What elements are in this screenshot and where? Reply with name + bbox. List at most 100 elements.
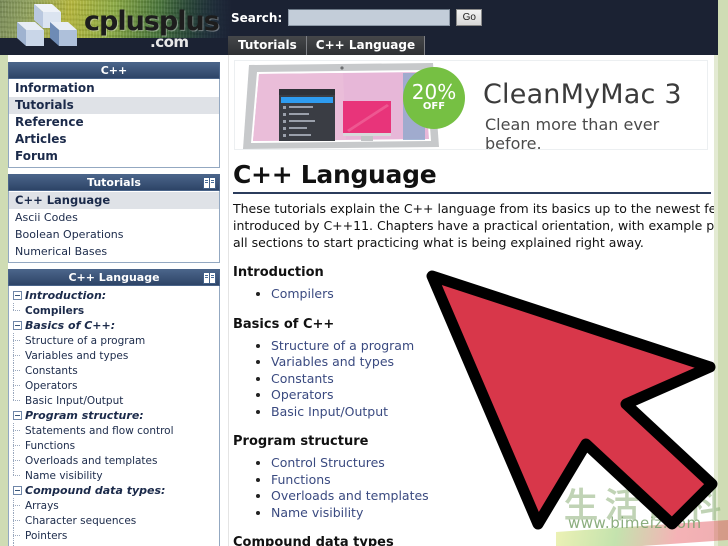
ad-subtitle: Clean more than ever before. (485, 115, 660, 150)
tree-connector-icon (9, 513, 25, 528)
title-divider (233, 192, 711, 194)
search-label: Search: (231, 10, 283, 25)
link-structure-of-a-program[interactable]: Structure of a program (271, 338, 714, 355)
sidebar-item-numerical-bases[interactable]: Numerical Bases (9, 243, 219, 260)
advertisement-banner[interactable]: 20% OFF CleanMyMac 3 Clean more than eve… (234, 60, 708, 150)
tree-item-basic-input-output[interactable]: Basic Input/Output (9, 393, 219, 408)
tree-item-statements-and-flow-control[interactable]: Statements and flow control (9, 423, 219, 438)
sidebar-item-reference[interactable]: Reference (9, 114, 219, 131)
tree-connector-icon (9, 498, 25, 513)
section-heading-program-structure: Program structure (233, 434, 369, 449)
cubes-logo-icon[interactable] (12, 2, 84, 54)
tree-item-constants[interactable]: Constants (9, 363, 219, 378)
collapse-toggle-icon[interactable] (9, 408, 25, 423)
tree-item-character-sequences[interactable]: Character sequences (9, 513, 219, 528)
tree-label: Basics of C++: (25, 319, 116, 332)
tree-item-arrays[interactable]: Arrays (9, 498, 219, 513)
tree-connector-icon (9, 378, 25, 393)
tree-connector-icon (9, 468, 25, 483)
tree-connector-icon (9, 438, 25, 453)
sidebar-item-information[interactable]: Information (9, 80, 219, 97)
search-input[interactable] (288, 9, 451, 26)
tree-item-name-visibility[interactable]: Name visibility (9, 468, 219, 483)
tree-label: Functions (25, 439, 76, 452)
tree-connector-icon (9, 363, 25, 378)
link-overloads-and-templates[interactable]: Overloads and templates (271, 488, 714, 505)
tree-label: Compilers (25, 304, 85, 317)
sidebar-item-tutorials[interactable]: Tutorials (9, 97, 219, 114)
sidebar-panel-tutorials: Tutorials C++ Language Ascii Codes Boole… (8, 174, 220, 263)
tree-label: Structure of a program (25, 334, 146, 347)
tree-label: Statements and flow control (25, 424, 174, 437)
tree-group-program-structure[interactable]: Program structure: (9, 408, 219, 423)
tree-item-overloads-and-templates[interactable]: Overloads and templates (9, 453, 219, 468)
section-links-program-structure: Control Structures Functions Overloads a… (229, 455, 714, 521)
browser-page: cplusplus .com Search: Go Tutorials C++ … (0, 0, 728, 546)
sidebar-item-boolean-operations[interactable]: Boolean Operations (9, 226, 219, 243)
tree-label: Pointers (25, 529, 68, 542)
sidebar-item-cpp-language[interactable]: C++ Language (9, 192, 219, 209)
section-heading-introduction: Introduction (233, 265, 324, 280)
link-name-visibility[interactable]: Name visibility (271, 505, 714, 522)
tree-connector-icon (9, 348, 25, 363)
sidebar-tree: Introduction: Compilers Basics of C++: S… (8, 286, 220, 546)
tab-cpp-language[interactable]: C++ Language (306, 36, 426, 55)
tree-item-functions[interactable]: Functions (9, 438, 219, 453)
link-compilers[interactable]: Compilers (271, 286, 714, 303)
sidebar-item-forum[interactable]: Forum (9, 148, 219, 165)
tree-label: Operators (25, 379, 78, 392)
sidebar-panel-cpp-body: Information Tutorials Reference Articles… (8, 79, 220, 168)
discount-badge: 20% OFF (403, 67, 465, 129)
book-icon[interactable] (203, 177, 216, 189)
tree-group-compound-data-types[interactable]: Compound data types: (9, 483, 219, 498)
sidebar-panel-cpp-header: C++ (8, 62, 220, 79)
page-frame-right (718, 0, 728, 546)
tree-item-variables-and-types[interactable]: Variables and types (9, 348, 219, 363)
link-basic-input-output[interactable]: Basic Input/Output (271, 404, 714, 421)
tree-connector-icon (9, 423, 25, 438)
sidebar-item-articles[interactable]: Articles (9, 131, 219, 148)
intro-paragraph: These tutorials explain the C++ language… (233, 201, 714, 250)
collapse-toggle-icon[interactable] (9, 483, 25, 498)
tab-tutorials[interactable]: Tutorials (228, 36, 307, 55)
link-control-structures[interactable]: Control Structures (271, 455, 714, 472)
collapse-toggle-icon[interactable] (9, 318, 25, 333)
tab-bar: Tutorials C++ Language (228, 36, 426, 55)
link-constants[interactable]: Constants (271, 371, 714, 388)
page-title: C++ Language (233, 160, 437, 189)
page-frame-left (0, 55, 8, 546)
tree-label: Introduction: (25, 289, 107, 302)
tree-label: Constants (25, 364, 78, 377)
book-icon[interactable] (203, 272, 216, 284)
collapse-toggle-icon[interactable] (9, 288, 25, 303)
link-variables-and-types[interactable]: Variables and types (271, 354, 714, 371)
tree-item-structure-of-a-program[interactable]: Structure of a program (9, 333, 219, 348)
search-area: Search: Go (231, 9, 483, 26)
search-go-button[interactable]: Go (456, 9, 483, 26)
tree-item-compilers[interactable]: Compilers (9, 303, 219, 318)
sidebar-panel-cpp-language-title: C++ Language (68, 271, 160, 284)
section-heading-basics: Basics of C++ (233, 316, 335, 332)
link-functions[interactable]: Functions (271, 472, 714, 489)
tree-label: Basic Input/Output (25, 394, 124, 407)
tree-connector-icon (9, 393, 25, 408)
sidebar-panel-cpp-language-header: C++ Language (8, 269, 220, 286)
sidebar-panel-tutorials-body: C++ Language Ascii Codes Boolean Operati… (8, 191, 220, 263)
tree-group-introduction[interactable]: Introduction: (9, 288, 219, 303)
tree-group-basics[interactable]: Basics of C++: (9, 318, 219, 333)
tree-item-operators[interactable]: Operators (9, 378, 219, 393)
sidebar-panel-cpp: C++ Information Tutorials Reference Arti… (8, 62, 220, 168)
tree-label: Arrays (25, 499, 59, 512)
site-header: cplusplus .com Search: Go Tutorials C++ … (0, 0, 718, 55)
link-operators[interactable]: Operators (271, 387, 714, 404)
site-logo-suffix: .com (150, 33, 189, 51)
sidebar-panel-tutorials-header: Tutorials (8, 174, 220, 191)
tree-item-pointers[interactable]: Pointers (9, 528, 219, 543)
sidebar-item-ascii-codes[interactable]: Ascii Codes (9, 209, 219, 226)
section-links-basics: Structure of a program Variables and typ… (229, 338, 714, 421)
tree-connector-icon (9, 303, 25, 318)
tree-label: Name visibility (25, 469, 103, 482)
main-content: 20% OFF CleanMyMac 3 Clean more than eve… (228, 55, 714, 546)
tree-label: Overloads and templates (25, 454, 158, 467)
sidebar-panel-cpp-language: C++ Language Introduction: Compilers Bas… (8, 269, 220, 546)
